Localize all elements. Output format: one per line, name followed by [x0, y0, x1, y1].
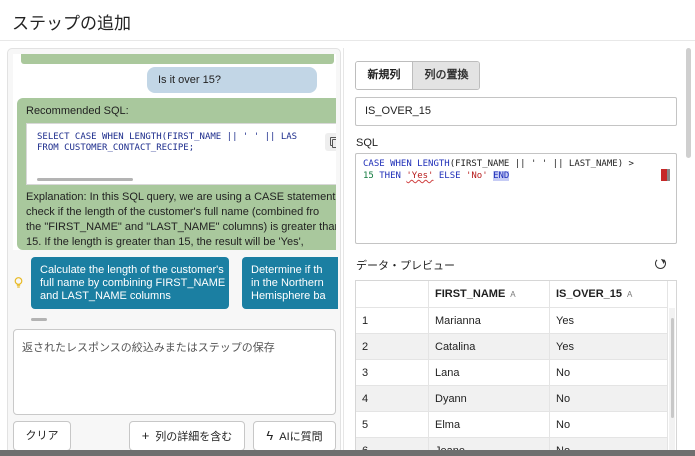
chat-history[interactable]: Is it over 15? Recommended SQL: SELECT C…	[13, 54, 336, 250]
suggestion-line: in the Northern	[251, 277, 324, 289]
is-over-15-cell: No	[550, 360, 668, 385]
explanation-line: the "FIRST_NAME" and "LAST_NAME" columns…	[26, 221, 336, 233]
clear-button-label: クリア	[25, 430, 59, 442]
ask-ai-label: AIに質問	[279, 431, 323, 443]
first-name-cell: Marianna	[429, 308, 550, 333]
is-over-15-cell: Yes	[550, 308, 668, 333]
grid-header-label: FIRST_NAME	[435, 288, 506, 300]
sql-label: SQL	[356, 137, 379, 149]
copy-icon[interactable]	[325, 133, 336, 151]
title-divider	[0, 40, 695, 41]
grid-header-first-name[interactable]: FIRST_NAME A	[429, 281, 550, 307]
suggestion-line: and LAST_NAME columns	[40, 290, 171, 302]
error-marker-icon	[661, 169, 670, 181]
is-over-15-cell: No	[550, 412, 668, 437]
sql-editor-line: CASE WHEN LENGTH(FIRST_NAME || ' ' || LA…	[363, 159, 634, 169]
sql-editor[interactable]: CASE WHEN LENGTH(FIRST_NAME || ' ' || LA…	[355, 153, 677, 244]
suggestion-chip[interactable]: Determine if th in the Northern Hemisphe…	[242, 257, 338, 309]
grid-header-is-over-15[interactable]: IS_OVER_15 A	[550, 281, 668, 307]
grid-header-row: FIRST_NAME A IS_OVER_15 A	[356, 281, 668, 308]
tab-replace-column[interactable]: 列の置換	[412, 62, 479, 89]
ai-reply: Recommended SQL: SELECT CASE WHEN LENGTH…	[17, 98, 336, 250]
row-index: 2	[356, 334, 429, 359]
suggestion-line: full name by combining FIRST_NAME	[40, 277, 226, 289]
refine-prompt-textarea[interactable]: 返されたレスポンスの絞込みまたはステップの保存	[13, 329, 336, 415]
table-row[interactable]: 3 Lana No	[356, 360, 668, 386]
include-column-details-button[interactable]: + 列の詳細を含む	[129, 421, 245, 451]
column-mode-toggle: 新規列 列の置換	[355, 61, 480, 90]
explanation-line: Explanation: In this SQL query, we are u…	[26, 191, 336, 203]
explanation-line: check if the length of the customer's fu…	[26, 206, 320, 218]
suggestion-line: Determine if th	[251, 264, 323, 276]
first-name-cell: Elma	[429, 412, 550, 437]
sql-token: ELSE	[433, 171, 466, 181]
code-scrollbar[interactable]	[37, 178, 133, 181]
ask-ai-button[interactable]: ϟ AIに質問	[253, 421, 336, 451]
plus-icon: +	[141, 428, 150, 443]
dialog-title: ステップの追加	[12, 14, 131, 33]
data-preview-label: データ・プレビュー	[356, 260, 455, 272]
sql-token: 15	[363, 171, 374, 181]
is-over-15-cell: No	[550, 386, 668, 411]
page-scrollbar[interactable]	[686, 48, 691, 158]
sql-token: (FIRST_NAME ||	[449, 159, 531, 169]
row-index: 4	[356, 386, 429, 411]
clear-button[interactable]: クリア	[13, 421, 71, 451]
first-name-cell: Catalina	[429, 334, 550, 359]
sql-code-line: FROM CUSTOMER_CONTACT_RECIPE;	[37, 143, 195, 153]
first-name-cell: Lana	[429, 360, 550, 385]
sql-token: 'No'	[465, 171, 488, 181]
pane-divider	[343, 48, 344, 456]
lightbulb-icon	[14, 277, 23, 288]
suggestions-scrollbar[interactable]	[31, 318, 47, 321]
sql-token: || LAST_NAME) >	[547, 159, 634, 169]
suggestion-line: Hemisphere ba	[251, 290, 326, 302]
table-row[interactable]: 4 Dyann No	[356, 386, 668, 412]
row-index: 5	[356, 412, 429, 437]
table-row[interactable]: 2 Catalina Yes	[356, 334, 668, 360]
grid-scrollbar-thumb[interactable]	[671, 318, 674, 418]
suggestion-chip[interactable]: Calculate the length of the customer's f…	[31, 257, 229, 309]
recommended-sql-label: Recommended SQL:	[26, 105, 129, 117]
previous-reply-edge	[21, 54, 334, 64]
sql-code-block: SELECT CASE WHEN LENGTH(FIRST_NAME || ' …	[26, 123, 336, 185]
sql-token: 'Yes'	[406, 171, 434, 181]
grid-header-cell	[356, 281, 429, 307]
bottom-edge-bar	[0, 450, 695, 456]
grid-header-label: IS_OVER_15	[556, 288, 623, 300]
ai-assistant-panel: Is it over 15? Recommended SQL: SELECT C…	[7, 48, 341, 456]
sql-token-selected: END	[493, 171, 510, 181]
sql-editor-line: 15 THEN 'Yes' ELSE 'No' END	[363, 171, 510, 181]
refresh-icon[interactable]	[655, 258, 666, 269]
user-message: Is it over 15?	[147, 67, 317, 93]
sql-token: ' '	[530, 159, 548, 169]
suggestion-line: Calculate the length of the customer's	[40, 264, 224, 276]
include-column-details-label: 列の詳細を含む	[155, 431, 233, 443]
table-row[interactable]: 1 Marianna Yes	[356, 308, 668, 334]
sql-token: CASE WHEN LENGTH	[363, 159, 450, 169]
data-preview-grid: FIRST_NAME A IS_OVER_15 A 1 Marianna Yes 2…	[355, 280, 677, 456]
sort-icon[interactable]: A	[510, 290, 515, 299]
row-index: 3	[356, 360, 429, 385]
sql-token: THEN	[373, 171, 407, 181]
is-over-15-cell: Yes	[550, 334, 668, 359]
tab-new-column[interactable]: 新規列	[356, 62, 412, 89]
table-row[interactable]: 5 Elma No	[356, 412, 668, 438]
row-index: 1	[356, 308, 429, 333]
explanation-line: 15. If the length is greater than 15, th…	[26, 236, 304, 248]
lightning-icon: ϟ	[266, 428, 274, 443]
column-name-input[interactable]: IS_OVER_15	[355, 97, 677, 126]
sort-icon[interactable]: A	[627, 290, 632, 299]
first-name-cell: Dyann	[429, 386, 550, 411]
sql-code-line: SELECT CASE WHEN LENGTH(FIRST_NAME || ' …	[37, 132, 298, 142]
explanation-text: Explanation: In this SQL query, we are u…	[26, 190, 336, 250]
